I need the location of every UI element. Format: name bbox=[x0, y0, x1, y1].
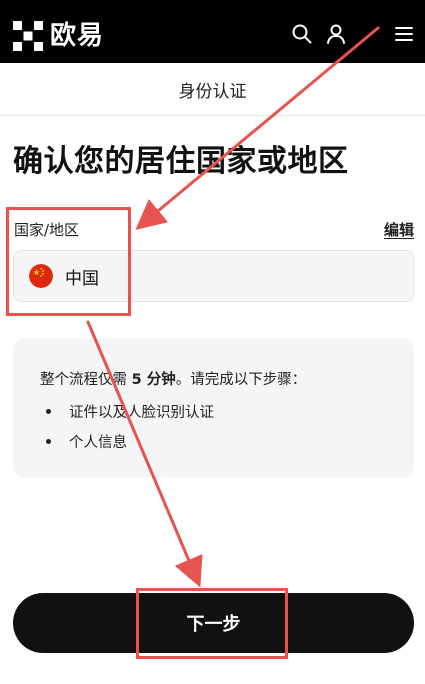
menu-icon[interactable] bbox=[392, 22, 416, 46]
brand-name: 欧易 bbox=[50, 21, 105, 51]
step-personal-info: 个人信息 bbox=[69, 435, 127, 451]
okx-logo-icon bbox=[13, 21, 43, 51]
page-title: 确认您的居住国家或地区 bbox=[13, 144, 349, 179]
china-flag-icon bbox=[29, 264, 53, 288]
top-navigation-bar: 欧易 bbox=[0, 0, 425, 63]
identity-verification-page: 欧易 身份认证 确认您的居住国家或地区 国家/地区 编辑 中国 整个流程仅需 5… bbox=[0, 0, 425, 684]
info-prefix: 整个流程仅需 bbox=[40, 372, 132, 388]
info-duration: 5 分钟 bbox=[131, 372, 176, 388]
process-info-card: 整个流程仅需 5 分钟。请完成以下步骤： 证件以及人脸识别认证 个人信息 bbox=[13, 339, 414, 477]
step-id-face-verification: 证件以及人脸识别认证 bbox=[69, 405, 214, 421]
list-item: 证件以及人脸识别认证 bbox=[46, 401, 214, 422]
subheader-title: 身份认证 bbox=[178, 81, 247, 102]
process-duration-text: 整个流程仅需 5 分钟。请完成以下步骤： bbox=[40, 368, 306, 389]
country-select-field[interactable]: 中国 bbox=[13, 250, 414, 302]
brand-logo[interactable]: 欧易 bbox=[12, 20, 104, 52]
search-icon[interactable] bbox=[290, 22, 314, 46]
next-step-button[interactable]: 下一步 bbox=[13, 593, 414, 653]
selected-country: 中国 bbox=[65, 268, 99, 289]
list-item: 个人信息 bbox=[46, 431, 127, 452]
user-icon[interactable] bbox=[324, 22, 348, 46]
page-subheader: 身份认证 bbox=[0, 63, 425, 116]
edit-country-link[interactable]: 编辑 bbox=[384, 219, 414, 240]
info-suffix: 。请完成以下步骤： bbox=[175, 372, 307, 388]
country-field-label: 国家/地区 bbox=[14, 221, 80, 239]
status-strip bbox=[0, 0, 425, 8]
